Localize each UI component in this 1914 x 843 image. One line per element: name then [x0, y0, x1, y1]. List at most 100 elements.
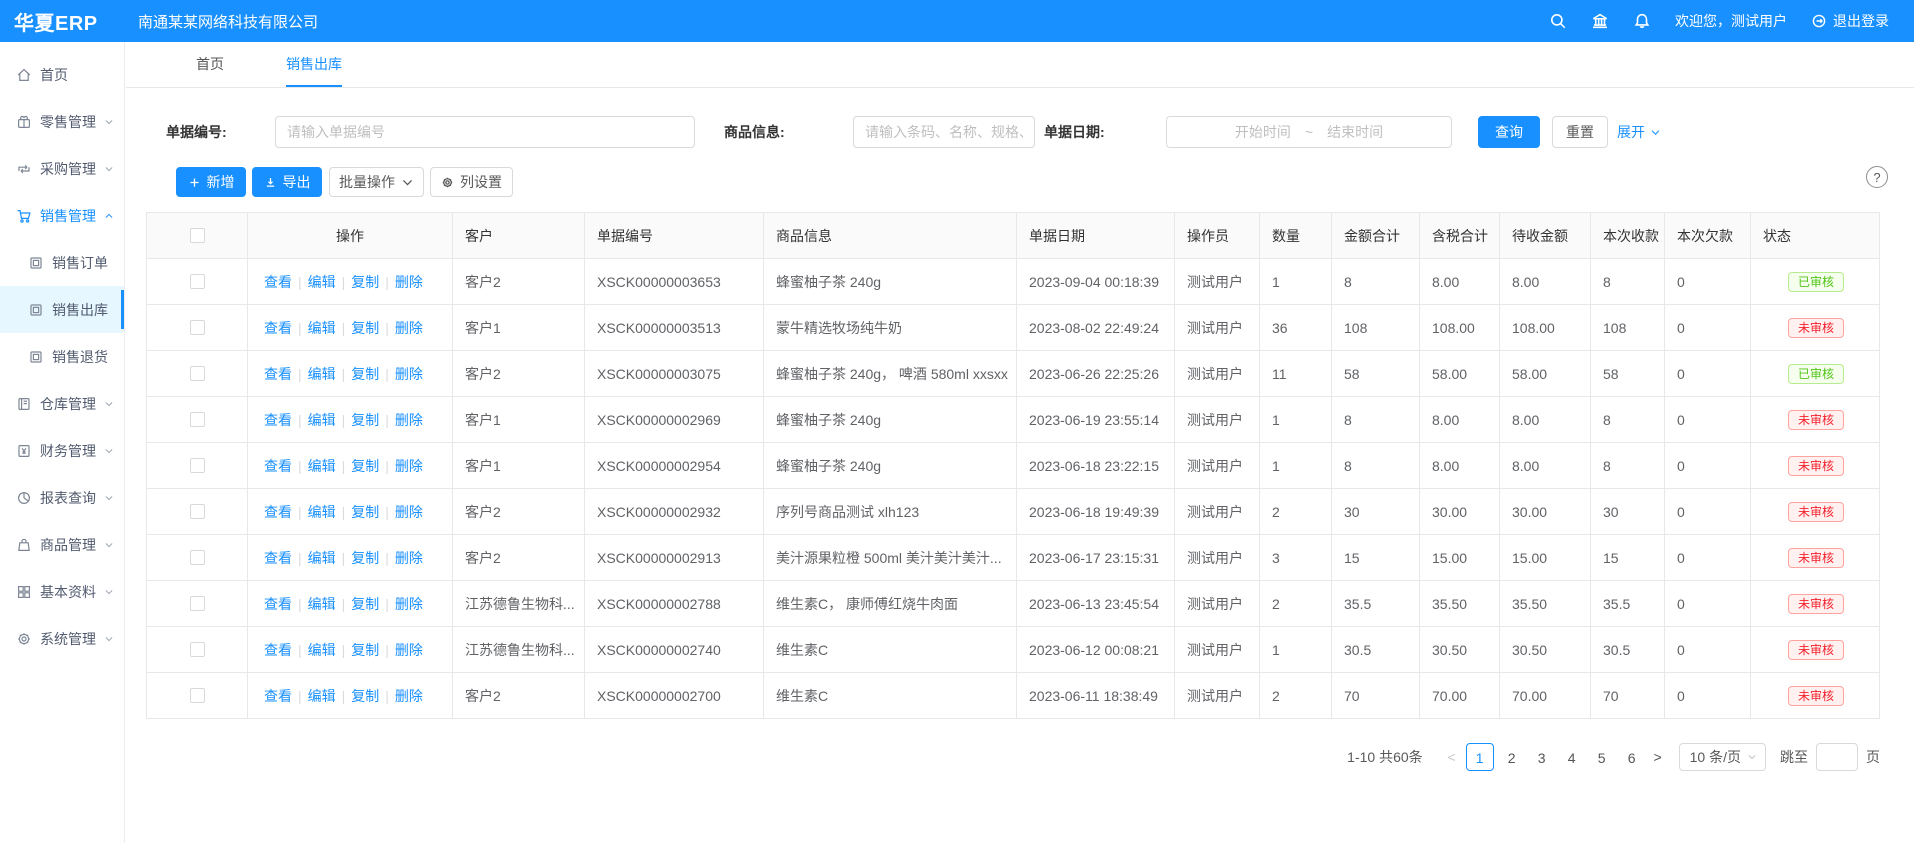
page-number-4[interactable]: 4 — [1560, 743, 1584, 771]
sidebar-item-label: 仓库管理 — [40, 394, 96, 414]
sidebar-item-sales-outbound[interactable]: 销售出库 — [0, 286, 124, 333]
row-action-查看[interactable]: 查看 — [264, 548, 292, 568]
row-action-复制[interactable]: 复制 — [351, 594, 379, 614]
row-action-删除[interactable]: 删除 — [395, 364, 423, 384]
sidebar-item-label: 系统管理 — [40, 629, 96, 649]
prev-page-button[interactable]: < — [1441, 749, 1463, 765]
row-action-查看[interactable]: 查看 — [264, 410, 292, 430]
search-button[interactable]: 查询 — [1478, 116, 1540, 148]
jump-to-input[interactable] — [1816, 743, 1858, 771]
row-checkbox[interactable] — [190, 458, 205, 473]
row-action-编辑[interactable]: 编辑 — [308, 272, 336, 292]
table-cell: 8 — [1332, 443, 1420, 488]
row-action-删除[interactable]: 删除 — [395, 594, 423, 614]
row-action-查看[interactable]: 查看 — [264, 318, 292, 338]
table-cell: 客户1 — [453, 397, 585, 442]
row-action-编辑[interactable]: 编辑 — [308, 548, 336, 568]
page-number-3[interactable]: 3 — [1530, 743, 1554, 771]
row-action-复制[interactable]: 复制 — [351, 272, 379, 292]
sidebar-item-products[interactable]: 商品管理 — [0, 521, 124, 568]
row-checkbox[interactable] — [190, 688, 205, 703]
tab-home[interactable]: 首页 — [196, 42, 224, 87]
table-cell: 108.00 — [1420, 305, 1500, 350]
sidebar-item-sales-return[interactable]: 销售退货 — [0, 333, 124, 380]
date-range-input[interactable]: 开始时间 ~ 结束时间 — [1166, 116, 1452, 148]
row-action-查看[interactable]: 查看 — [264, 594, 292, 614]
page-size-select[interactable]: 10 条/页 — [1679, 743, 1766, 771]
sidebar-item-purchase[interactable]: 采购管理 — [0, 145, 124, 192]
row-checkbox[interactable] — [190, 504, 205, 519]
row-action-编辑[interactable]: 编辑 — [308, 364, 336, 384]
reset-button[interactable]: 重置 — [1552, 116, 1608, 148]
page-number-2[interactable]: 2 — [1500, 743, 1524, 771]
logout-button[interactable]: 退出登录 — [1811, 11, 1889, 31]
row-action-编辑[interactable]: 编辑 — [308, 640, 336, 660]
row-actions-cell: 查看|编辑|复制|删除 — [248, 489, 453, 534]
row-checkbox[interactable] — [190, 642, 205, 657]
row-action-查看[interactable]: 查看 — [264, 686, 292, 706]
bank-icon[interactable] — [1591, 12, 1609, 30]
row-action-删除[interactable]: 删除 — [395, 686, 423, 706]
row-action-删除[interactable]: 删除 — [395, 640, 423, 660]
search-icon[interactable] — [1549, 12, 1567, 30]
select-all-checkbox[interactable] — [190, 228, 205, 243]
help-button[interactable]: ? — [1866, 166, 1888, 188]
row-action-复制[interactable]: 复制 — [351, 364, 379, 384]
row-action-删除[interactable]: 删除 — [395, 456, 423, 476]
tab-sales-outbound[interactable]: 销售出库 — [286, 42, 342, 87]
row-action-复制[interactable]: 复制 — [351, 686, 379, 706]
row-action-复制[interactable]: 复制 — [351, 640, 379, 660]
expand-link[interactable]: 展开 — [1617, 116, 1661, 148]
row-action-删除[interactable]: 删除 — [395, 318, 423, 338]
sidebar-item-sales-order[interactable]: 销售订单 — [0, 239, 124, 286]
sidebar-item-finance[interactable]: 财务管理 — [0, 427, 124, 474]
column-settings-button[interactable]: 列设置 — [430, 167, 513, 197]
add-button[interactable]: 新增 — [176, 167, 246, 197]
row-action-查看[interactable]: 查看 — [264, 640, 292, 660]
sidebar-item-system[interactable]: 系统管理 — [0, 615, 124, 662]
sidebar-item-retail[interactable]: 零售管理 — [0, 98, 124, 145]
page-number-1[interactable]: 1 — [1466, 743, 1494, 771]
bill-no-input[interactable] — [275, 116, 695, 148]
row-action-复制[interactable]: 复制 — [351, 502, 379, 522]
row-action-删除[interactable]: 删除 — [395, 548, 423, 568]
page-number-5[interactable]: 5 — [1590, 743, 1614, 771]
row-checkbox[interactable] — [190, 366, 205, 381]
sidebar-item-warehouse[interactable]: 仓库管理 — [0, 380, 124, 427]
row-action-复制[interactable]: 复制 — [351, 456, 379, 476]
row-action-删除[interactable]: 删除 — [395, 410, 423, 430]
product-info-input[interactable] — [853, 116, 1035, 148]
row-action-编辑[interactable]: 编辑 — [308, 594, 336, 614]
row-action-删除[interactable]: 删除 — [395, 272, 423, 292]
row-action-查看[interactable]: 查看 — [264, 502, 292, 522]
bell-icon[interactable] — [1633, 12, 1651, 30]
table-cell: 8 — [1591, 443, 1665, 488]
row-action-删除[interactable]: 删除 — [395, 502, 423, 522]
table-cell: 2023-06-11 18:38:49 — [1017, 673, 1175, 718]
row-action-复制[interactable]: 复制 — [351, 410, 379, 430]
row-action-查看[interactable]: 查看 — [264, 272, 292, 292]
next-page-button[interactable]: > — [1647, 749, 1669, 765]
row-action-查看[interactable]: 查看 — [264, 456, 292, 476]
row-checkbox[interactable] — [190, 412, 205, 427]
row-checkbox[interactable] — [190, 550, 205, 565]
row-action-编辑[interactable]: 编辑 — [308, 502, 336, 522]
page-number-6[interactable]: 6 — [1620, 743, 1644, 771]
row-action-编辑[interactable]: 编辑 — [308, 456, 336, 476]
row-checkbox[interactable] — [190, 274, 205, 289]
row-action-查看[interactable]: 查看 — [264, 364, 292, 384]
sidebar-item-basic-data[interactable]: 基本资料 — [0, 568, 124, 615]
row-action-复制[interactable]: 复制 — [351, 548, 379, 568]
sidebar-item-home[interactable]: 首页 — [0, 51, 124, 98]
row-checkbox[interactable] — [190, 320, 205, 335]
date-start-placeholder: 开始时间 — [1235, 122, 1291, 142]
row-action-编辑[interactable]: 编辑 — [308, 410, 336, 430]
row-action-编辑[interactable]: 编辑 — [308, 318, 336, 338]
export-button[interactable]: 导出 — [252, 167, 322, 197]
sidebar-item-reports[interactable]: 报表查询 — [0, 474, 124, 521]
row-action-编辑[interactable]: 编辑 — [308, 686, 336, 706]
sidebar-item-sales[interactable]: 销售管理 — [0, 192, 124, 239]
batch-actions-button[interactable]: 批量操作 — [329, 167, 424, 197]
row-checkbox[interactable] — [190, 596, 205, 611]
row-action-复制[interactable]: 复制 — [351, 318, 379, 338]
